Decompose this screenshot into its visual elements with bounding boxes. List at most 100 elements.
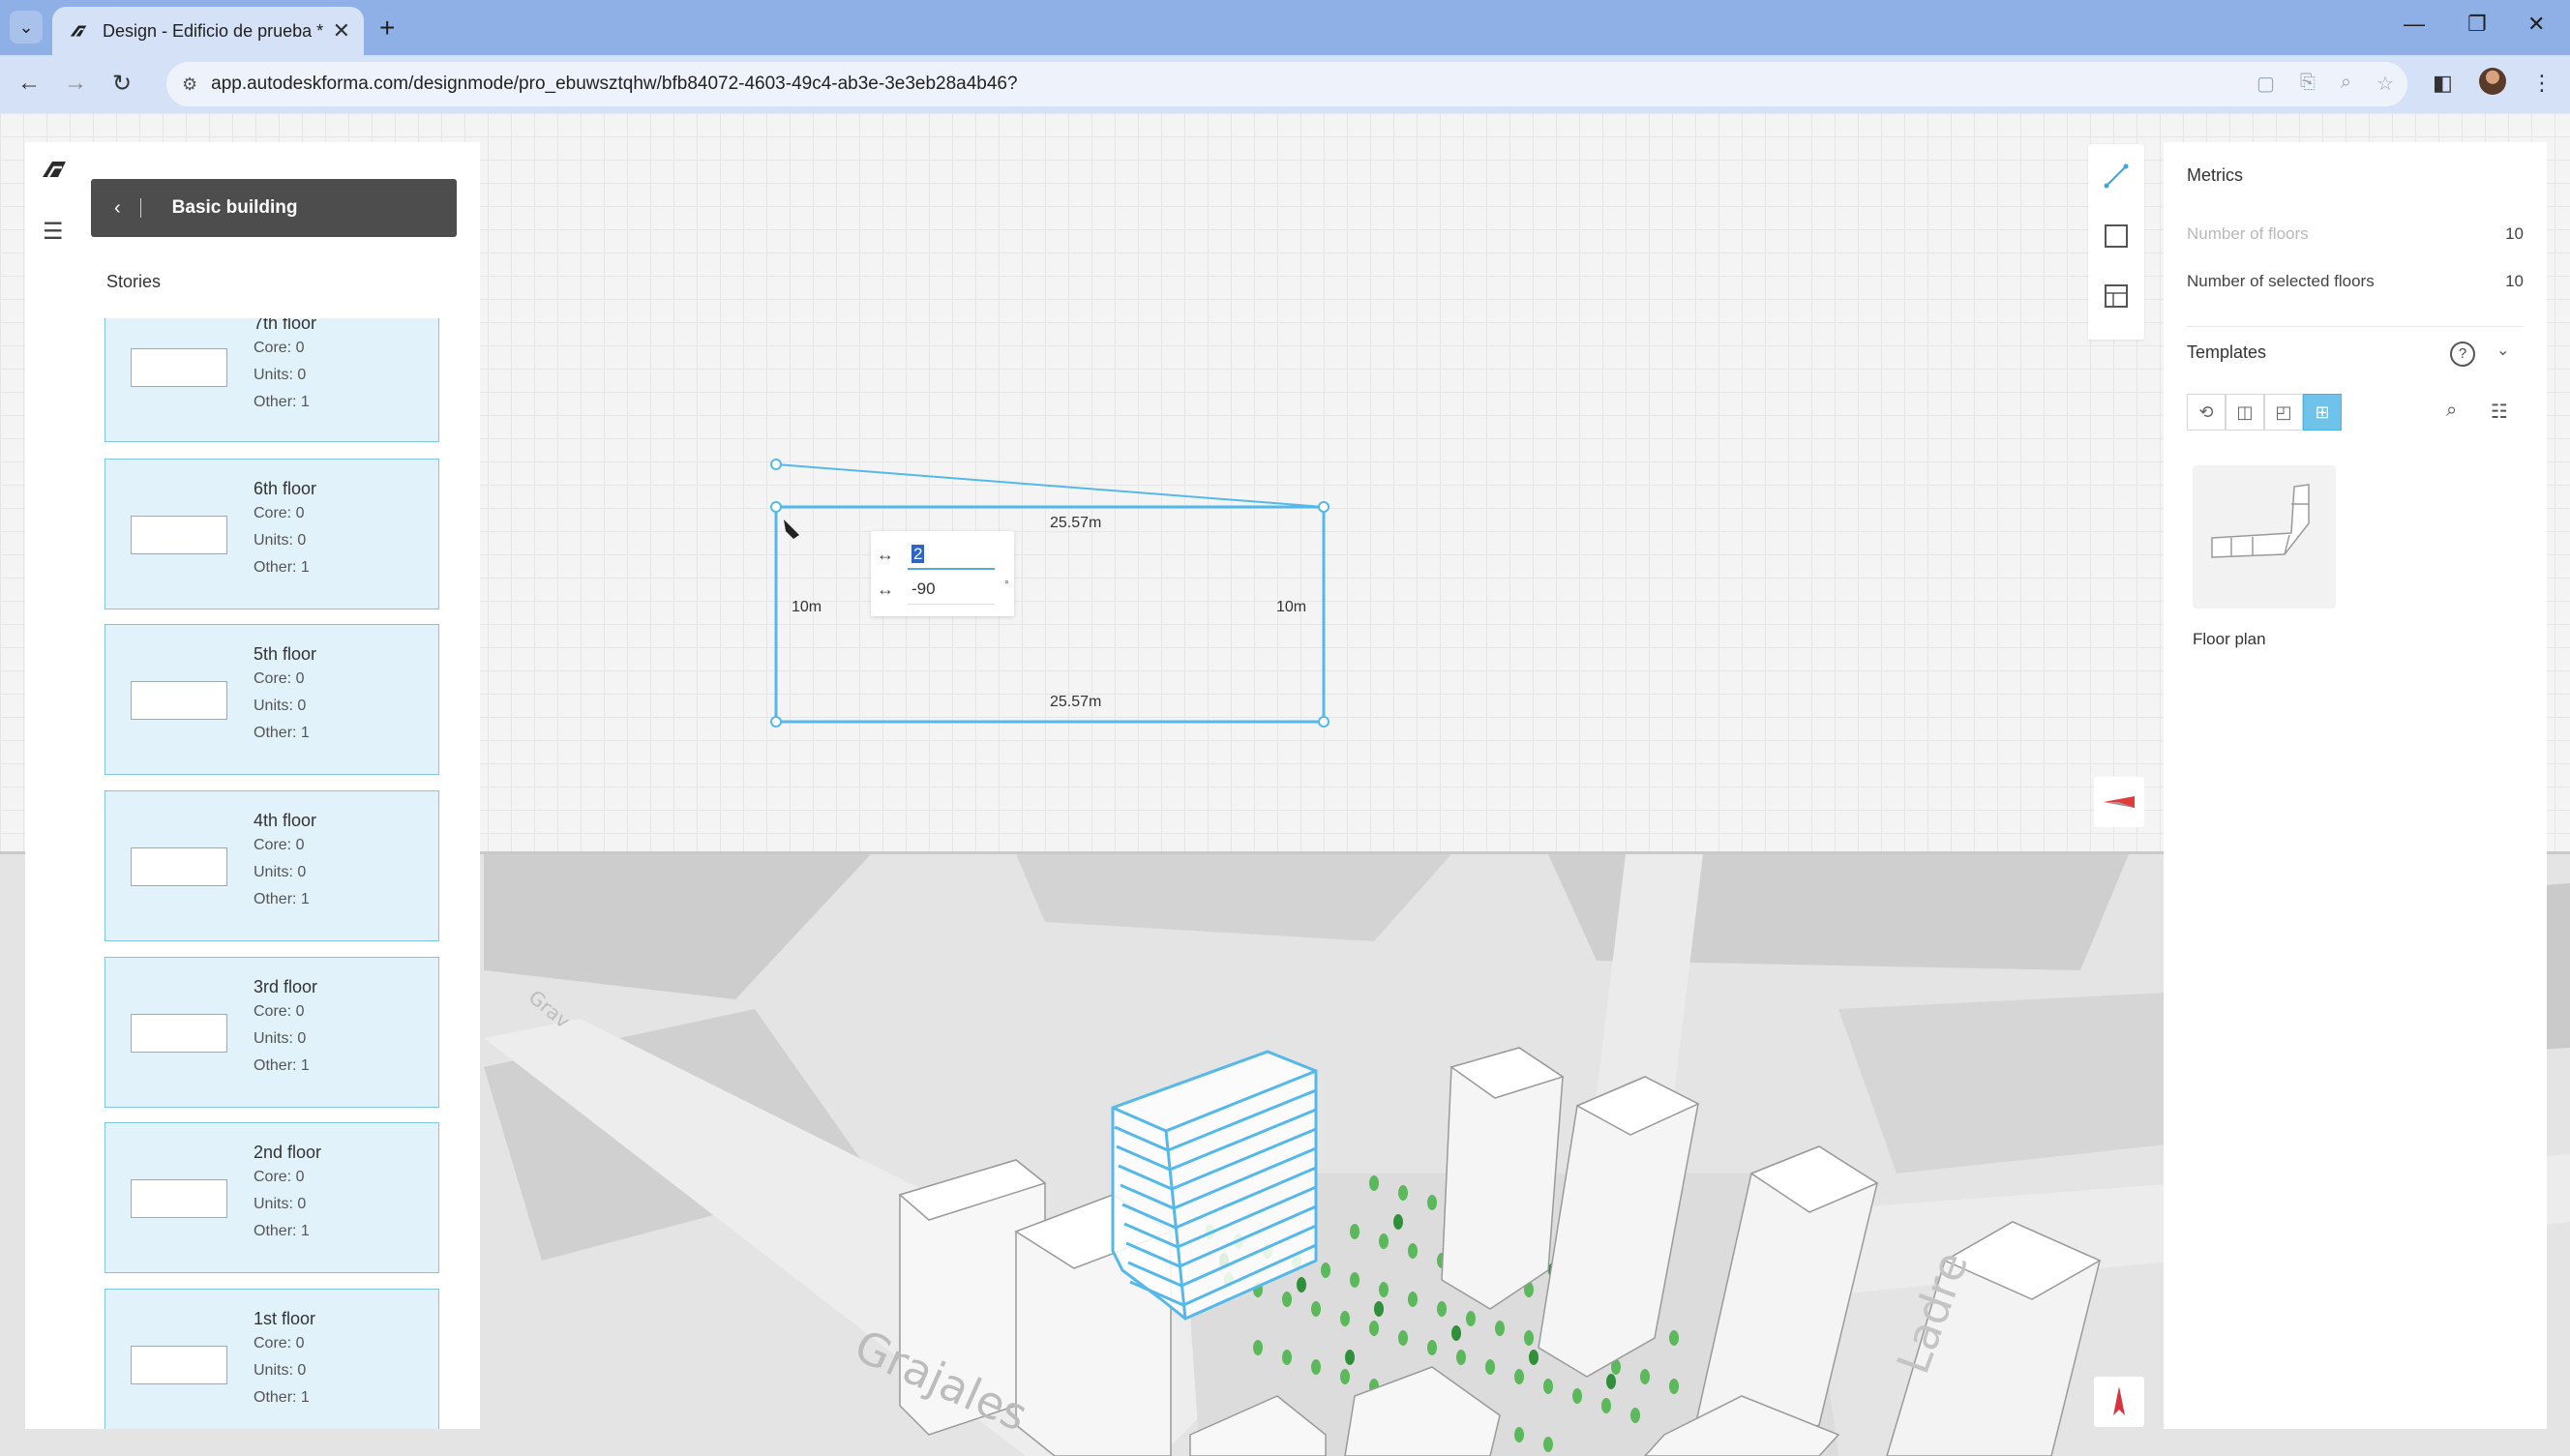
- story-other: Other: 1: [254, 891, 310, 907]
- new-tab-button[interactable]: +: [379, 13, 395, 44]
- forma-favicon-icon: [70, 25, 87, 38]
- tab-search-button[interactable]: ⌄: [10, 11, 43, 44]
- address-bar[interactable]: ⚙ app.autodeskforma.com/designmode/pro_e…: [166, 62, 2407, 106]
- story-units: Units: 0: [254, 698, 307, 714]
- story-thumbnail: [131, 348, 227, 387]
- story-card-3rd[interactable]: 3rd floor Core: 0 Units: 0 Other: 1: [105, 957, 439, 1108]
- length-input[interactable]: 2: [908, 543, 995, 570]
- story-core: Core: 0: [254, 837, 305, 853]
- tab-close-icon[interactable]: ✕: [333, 18, 350, 44]
- building-name: Basic building: [171, 197, 298, 218]
- story-core: Core: 0: [254, 670, 305, 687]
- story-name: 4th floor: [254, 811, 317, 830]
- zoom-icon[interactable]: ⌕: [2341, 72, 2351, 96]
- story-thumbnail: [131, 1179, 227, 1218]
- story-units: Units: 0: [254, 367, 307, 383]
- north-compass-button[interactable]: [2094, 1377, 2144, 1427]
- filter-grid-icon[interactable]: ⊞: [2303, 394, 2342, 431]
- story-core: Core: 0: [254, 340, 305, 356]
- reload-icon[interactable]: ↻: [112, 70, 132, 98]
- story-thumbnail: [131, 516, 227, 554]
- filter-floor-icon[interactable]: ◰: [2264, 394, 2303, 431]
- story-card-6th[interactable]: 6th floor Core: 0 Units: 0 Other: 1: [105, 459, 439, 609]
- story-thumbnail: [131, 1346, 227, 1384]
- side-panel-icon[interactable]: ◧: [2433, 71, 2453, 96]
- story-other: Other: 1: [254, 1057, 310, 1074]
- templates-heading: Templates: [2187, 342, 2267, 362]
- metric-row-selected-floors: Number of selected floors 10: [2187, 272, 2524, 291]
- filter-rotate-icon[interactable]: ⟲: [2187, 394, 2226, 431]
- clipboard-icon[interactable]: ▢: [2256, 72, 2275, 96]
- grid-tool-icon[interactable]: [2102, 282, 2131, 311]
- story-core: Core: 0: [254, 1169, 305, 1185]
- dimension-right: 10m: [1276, 599, 1307, 615]
- filter-settings-icon[interactable]: ☷: [2491, 400, 2508, 424]
- direction-arrow-icon: [2104, 796, 2135, 808]
- stories-heading: Stories: [106, 272, 162, 291]
- metric-label: Number of floors: [2187, 224, 2309, 243]
- story-other: Other: 1: [254, 394, 310, 410]
- metric-value: 10: [2505, 272, 2524, 290]
- help-icon[interactable]: ?: [2450, 342, 2475, 367]
- bookmark-star-icon[interactable]: ☆: [2376, 72, 2394, 96]
- restore-icon[interactable]: ❐: [2467, 12, 2487, 37]
- story-card-1st[interactable]: 1st floor Core: 0 Units: 0 Other: 1: [105, 1289, 439, 1429]
- filter-shape-icon[interactable]: ◫: [2226, 394, 2264, 431]
- story-other: Other: 1: [254, 725, 310, 741]
- metric-value: 10: [2505, 224, 2524, 243]
- story-card-5th[interactable]: 5th floor Core: 0 Units: 0 Other: 1: [105, 624, 439, 775]
- stories-list[interactable]: 7th floor Core: 0 Units: 0 Other: 1 6th …: [83, 318, 480, 1429]
- story-name: 5th floor: [254, 644, 317, 664]
- forma-logo-icon[interactable]: [41, 158, 68, 179]
- drawing-toolbar: [2088, 144, 2144, 340]
- story-units: Units: 0: [254, 1362, 307, 1379]
- browser-tab-active[interactable]: Design - Edificio de prueba * ✕: [52, 7, 364, 55]
- template-card-label: Floor plan: [2193, 630, 2266, 648]
- search-icon[interactable]: ⌕: [2446, 400, 2457, 422]
- dimension-left: 10m: [792, 599, 822, 615]
- floor-plan-thumbnail: [2211, 484, 2310, 558]
- story-name: 3rd floor: [254, 977, 318, 996]
- forward-icon[interactable]: →: [64, 70, 87, 97]
- story-name: 7th floor: [254, 318, 317, 333]
- metric-label: Number of selected floors: [2187, 272, 2375, 290]
- rectangle-tool-icon[interactable]: [2102, 222, 2131, 251]
- story-card-2nd[interactable]: 2nd floor Core: 0 Units: 0 Other: 1: [105, 1122, 439, 1273]
- browser-tab-strip: ⌄ Design - Edificio de prueba * ✕ + — ❐ …: [0, 0, 2570, 55]
- story-name: 6th floor: [254, 479, 317, 498]
- story-units: Units: 0: [254, 864, 307, 880]
- dimension-bottom: 25.57m: [1050, 694, 1102, 710]
- story-card-4th[interactable]: 4th floor Core: 0 Units: 0 Other: 1: [105, 790, 439, 941]
- metric-row-floors: Number of floors 10: [2187, 224, 2524, 244]
- header-separator: [139, 198, 141, 218]
- site-info-icon[interactable]: ⚙: [182, 74, 197, 95]
- template-card-floor-plan[interactable]: [2193, 465, 2336, 609]
- hamburger-menu-icon[interactable]: ☰: [43, 218, 64, 246]
- window-close-icon[interactable]: ✕: [2527, 12, 2545, 37]
- line-tool-icon[interactable]: [2102, 162, 2131, 191]
- translate-icon[interactable]: ⎘: [2300, 72, 2316, 96]
- degree-symbol: °: [1004, 578, 1009, 591]
- back-chevron-icon[interactable]: ‹: [114, 197, 121, 220]
- back-icon[interactable]: ←: [17, 70, 41, 97]
- length-arrow-icon: ↔: [877, 545, 894, 564]
- left-rail: ☰: [25, 142, 83, 1429]
- story-card-7th[interactable]: 7th floor Core: 0 Units: 0 Other: 1: [105, 318, 439, 442]
- story-core: Core: 0: [254, 1335, 305, 1352]
- metrics-divider: [2187, 326, 2524, 327]
- chevron-down-icon[interactable]: ⌄: [2496, 341, 2509, 360]
- minimize-icon[interactable]: —: [2404, 12, 2425, 37]
- angle-input[interactable]: -90: [908, 578, 995, 605]
- workspace: 25.57m 25.57m 10m 10m ↔ 2 ↔ -90 ° Grajal…: [0, 113, 2570, 1456]
- dimension-top: 25.57m: [1050, 515, 1102, 531]
- metrics-title: Metrics: [2187, 165, 2243, 185]
- story-units: Units: 0: [254, 1196, 307, 1212]
- browser-menu-icon[interactable]: ⋮: [2531, 71, 2553, 96]
- story-thumbnail: [131, 681, 227, 720]
- story-units: Units: 0: [254, 532, 307, 549]
- view-direction-button[interactable]: [2094, 777, 2144, 827]
- template-filter-group: ⟲ ◫ ◰ ⊞: [2187, 394, 2342, 431]
- url-text: app.autodeskforma.com/designmode/pro_ebu…: [211, 74, 1018, 94]
- profile-avatar[interactable]: [2479, 68, 2506, 95]
- story-name: 2nd floor: [254, 1143, 322, 1162]
